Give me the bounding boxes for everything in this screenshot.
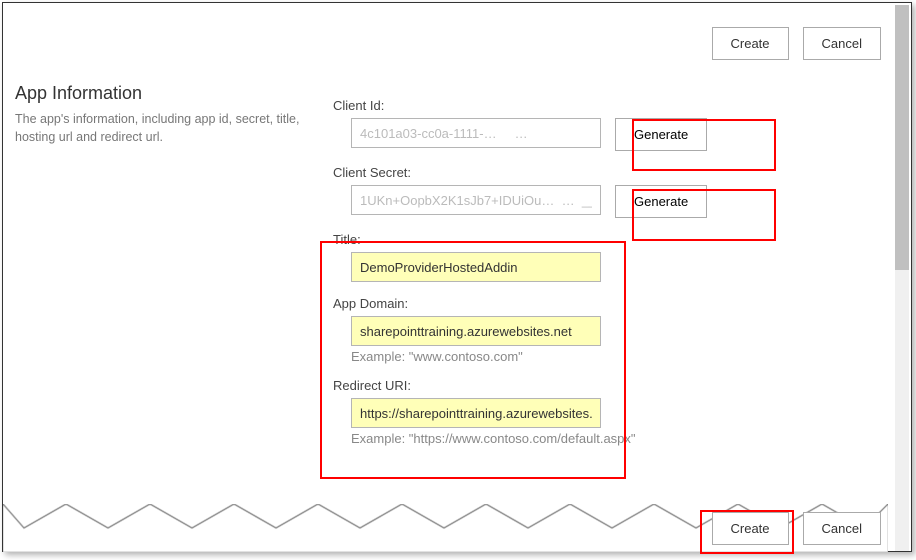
scrollbar-thumb[interactable] (895, 5, 909, 270)
create-button-top[interactable]: Create (712, 27, 789, 60)
client-id-block: Client Id: Generate (333, 98, 853, 151)
cancel-button-bottom[interactable]: Cancel (803, 512, 881, 545)
app-domain-input[interactable] (351, 316, 601, 346)
client-id-input[interactable] (351, 118, 601, 148)
form-area: Client Id: Generate Client Secret: Gener… (333, 98, 853, 460)
redirect-uri-label: Redirect URI: (333, 378, 853, 393)
section-description: The app's information, including app id,… (15, 111, 320, 146)
title-block: Title: (333, 232, 853, 282)
app-domain-label: App Domain: (333, 296, 853, 311)
client-id-label: Client Id: (333, 98, 853, 113)
client-id-row: Generate (333, 118, 853, 151)
client-secret-generate-button[interactable]: Generate (615, 185, 707, 218)
redirect-uri-example: Example: "https://www.contoso.com/defaul… (351, 431, 853, 446)
client-id-generate-button[interactable]: Generate (615, 118, 707, 151)
cancel-button-top[interactable]: Cancel (803, 27, 881, 60)
redirect-uri-input[interactable] (351, 398, 601, 428)
title-label: Title: (333, 232, 853, 247)
client-secret-input[interactable] (351, 185, 601, 215)
client-secret-row: Generate (333, 185, 853, 218)
app-domain-block: App Domain: Example: "www.contoso.com" (333, 296, 853, 364)
client-secret-block: Client Secret: Generate (333, 165, 853, 218)
page-container: Create Cancel App Information The app's … (2, 2, 912, 552)
vertical-scrollbar[interactable] (895, 5, 909, 551)
section-title: App Information (15, 83, 142, 104)
redirect-uri-block: Redirect URI: Example: "https://www.cont… (333, 378, 853, 446)
client-secret-label: Client Secret: (333, 165, 853, 180)
app-domain-example: Example: "www.contoso.com" (351, 349, 853, 364)
bottom-action-bar: Create Cancel (712, 512, 882, 545)
create-button-bottom[interactable]: Create (712, 512, 789, 545)
title-input[interactable] (351, 252, 601, 282)
top-action-bar: Create Cancel (712, 27, 882, 60)
